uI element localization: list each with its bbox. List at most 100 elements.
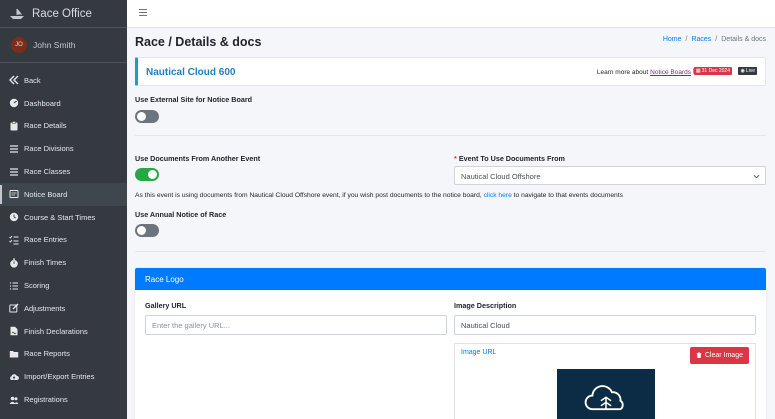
image-url-box: Image URL Clear Image: [454, 343, 756, 419]
trash-icon: [696, 351, 702, 360]
stopwatch-icon: [8, 257, 19, 268]
brand-name: Race Office: [32, 7, 92, 20]
sidebar-item-label: Back: [24, 75, 41, 85]
race-logo-image: [557, 369, 655, 419]
sidebar-item-race-divisions[interactable]: Race Divisions: [0, 137, 127, 160]
sidebar-nav: Back Dashboard Race Details Race Divisio…: [0, 63, 127, 411]
sidebar-item-finish-times[interactable]: Finish Times: [0, 251, 127, 274]
divider: [135, 251, 766, 252]
sidebar-item-course-start-times[interactable]: Course & Start Times: [0, 206, 127, 229]
avatar: JO: [11, 37, 27, 53]
sidebar-item-finish-declarations[interactable]: Finish Declarations: [0, 320, 127, 343]
hamburger-menu-icon[interactable]: [139, 9, 147, 17]
folder-icon: [8, 348, 19, 359]
live-badge-text: Live: [745, 68, 755, 74]
sidebar-item-import-export[interactable]: Import/Export Entries: [0, 365, 127, 388]
sidebar-item-label: Race Reports: [24, 349, 70, 359]
breadcrumb-current: Details & docs: [721, 36, 766, 43]
users-icon: [8, 394, 19, 405]
user-panel[interactable]: JO John Smith: [0, 28, 127, 63]
boat-icon: [9, 8, 25, 20]
learn-more-text: Learn more about Notice Boards: [597, 68, 699, 76]
sidebar-item-label: Race Details: [24, 121, 67, 131]
main-content: Race / Details & docs Home / Races / Det…: [127, 28, 775, 419]
file-signature-icon: [8, 326, 19, 337]
sidebar-item-race-reports[interactable]: Race Reports: [0, 343, 127, 366]
event-header-card: Nautical Cloud 600 Learn more about Noti…: [135, 57, 766, 86]
notice-board-icon: [8, 189, 19, 200]
breadcrumb: Home / Races / Details & docs: [663, 36, 766, 43]
clear-image-label: Clear Image: [704, 352, 743, 359]
sidebar-item-back[interactable]: Back: [0, 69, 127, 92]
event-select[interactable]: Nautical Cloud Offshore: [454, 166, 766, 185]
top-navbar: [127, 0, 775, 28]
sidebar-item-scoring[interactable]: Scoring: [0, 274, 127, 297]
sidebar-item-registrations[interactable]: Registrations: [0, 388, 127, 411]
info-suffix: to navigate to that events documents: [513, 192, 623, 199]
event-date-badge: ▦ 31 Dec 2024: [693, 67, 732, 75]
sidebar-item-label: Notice Board: [24, 189, 68, 199]
user-name: John Smith: [33, 40, 76, 50]
sidebar-item-race-classes[interactable]: Race Classes: [0, 160, 127, 183]
breadcrumb-separator: /: [685, 36, 688, 43]
event-select-label-text: Event To Use Documents From: [458, 154, 565, 163]
learn-more-prefix: Learn more about: [596, 68, 649, 76]
calendar-icon: ▦: [695, 68, 701, 74]
checklist-icon: [8, 234, 19, 245]
cloud-upload-icon: [8, 371, 19, 382]
external-site-toggle[interactable]: [135, 110, 159, 123]
info-prefix: As this event is using documents from Na…: [135, 192, 482, 199]
scoring-list-icon: [8, 280, 19, 291]
sidebar-item-label: Course & Start Times: [24, 212, 96, 222]
page-title: Race / Details & docs: [135, 35, 262, 49]
use-docs-label: Use Documents From Another Event: [135, 154, 261, 163]
brand[interactable]: Race Office: [0, 0, 127, 28]
click-here-link[interactable]: click here: [484, 192, 512, 199]
sidebar-item-race-entries[interactable]: Race Entries: [0, 229, 127, 252]
sidebar-item-label: Finish Times: [24, 258, 67, 268]
clear-image-button[interactable]: Clear Image: [689, 347, 749, 364]
event-select-value: Nautical Cloud Offshore: [461, 172, 541, 181]
image-url-label[interactable]: Image URL: [461, 349, 496, 356]
clock-icon: [8, 212, 19, 223]
breadcrumb-separator: /: [715, 36, 718, 43]
sidebar-item-label: Adjustments: [24, 303, 66, 313]
image-description-label: Image Description: [454, 301, 517, 310]
double-chevron-left-icon: [8, 75, 19, 86]
sidebar-item-label: Race Classes: [24, 167, 71, 177]
image-description-input[interactable]: [454, 315, 756, 335]
live-badge: ◉ Live: [738, 67, 757, 75]
edit-icon: [8, 303, 19, 314]
divider: [135, 135, 766, 136]
sidebar-item-label: Import/Export Entries: [24, 372, 95, 382]
cloud-logo-icon: [584, 385, 624, 411]
use-docs-toggle[interactable]: [135, 168, 159, 181]
sidebar-item-label: Scoring: [24, 281, 50, 291]
external-site-label: Use External Site for Notice Board: [135, 95, 253, 104]
event-select-label: * Event To Use Documents From: [454, 154, 565, 163]
gallery-url-label: Gallery URL: [145, 301, 187, 310]
clipboard-icon: [8, 120, 19, 131]
broadcast-icon: ◉: [740, 68, 745, 74]
annual-notice-toggle[interactable]: [135, 224, 159, 237]
race-logo-card: Race Logo Gallery URL Image Description …: [135, 268, 766, 419]
sidebar-item-adjustments[interactable]: Adjustments: [0, 297, 127, 320]
sidebar: Race Office JO John Smith Back Dashboard…: [0, 0, 127, 419]
sidebar-item-label: Race Entries: [24, 235, 67, 245]
list-icon: [8, 143, 19, 154]
info-text: As this event is using documents from Na…: [135, 192, 623, 199]
sidebar-item-dashboard[interactable]: Dashboard: [0, 92, 127, 115]
event-date-text: 31 Dec 2024: [701, 68, 730, 74]
sidebar-item-label: Race Divisions: [24, 144, 74, 154]
notice-boards-link[interactable]: Notice Boards: [650, 69, 691, 76]
sidebar-item-notice-board[interactable]: Notice Board: [0, 182, 127, 206]
required-asterisk: *: [454, 154, 457, 163]
gallery-url-input[interactable]: [145, 315, 447, 335]
chevron-down-icon: [753, 173, 760, 180]
breadcrumb-races-link[interactable]: Races: [691, 36, 711, 43]
breadcrumb-home-link[interactable]: Home: [663, 36, 682, 43]
sidebar-item-race-details[interactable]: Race Details: [0, 115, 127, 138]
sidebar-item-label: Registrations: [24, 395, 68, 405]
sidebar-item-label: Dashboard: [24, 98, 61, 108]
race-logo-header: Race Logo: [135, 268, 766, 290]
